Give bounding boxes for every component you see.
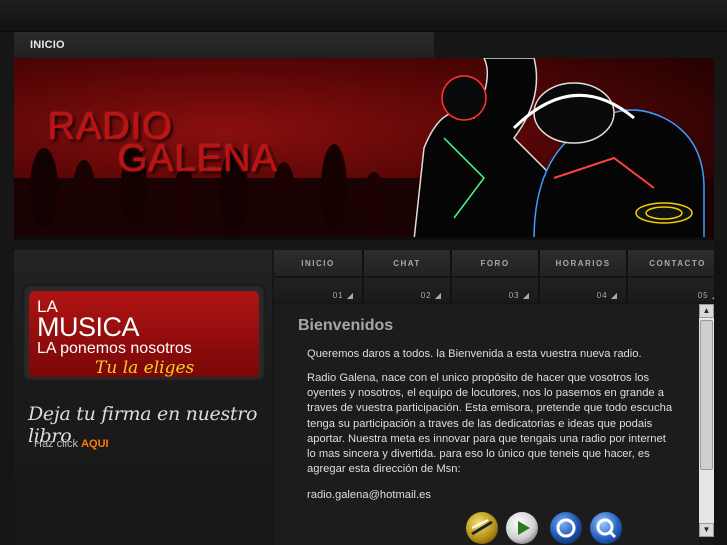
header-banner: RADIO GALENA bbox=[14, 58, 714, 240]
page-edge bbox=[714, 240, 727, 545]
about-paragraph: Radio Galena, nace con el unico propósit… bbox=[307, 372, 673, 476]
promo-frame: LA MUSICA LA ponemos nosotros Tu la elig… bbox=[22, 284, 266, 382]
tab-foro[interactable]: FORO 03 ◢ bbox=[452, 250, 540, 302]
hazclick-prefix: Haz click bbox=[34, 438, 79, 450]
promo-eliges: Tu la eliges bbox=[95, 358, 195, 378]
winamp-icon[interactable] bbox=[466, 512, 498, 544]
logo-galena: GALENA bbox=[118, 138, 279, 180]
page-title: Bienvenidos bbox=[298, 317, 394, 334]
dj-figures bbox=[413, 58, 705, 237]
tab-contacto[interactable]: CONTACTO 05 ◢ bbox=[628, 250, 727, 302]
welcome-paragraph: Queremos daros a todos. la Bienvenida a … bbox=[307, 348, 642, 360]
content-panel: Bienvenidos Queremos daros a todos. la B… bbox=[274, 304, 699, 545]
quicktime-icon[interactable] bbox=[590, 512, 622, 544]
tab-divider bbox=[274, 276, 362, 278]
top-nav: INICIO bbox=[14, 32, 434, 58]
real-player-icon[interactable] bbox=[550, 512, 582, 544]
tab-label: CHAT bbox=[393, 259, 421, 268]
promo-banner[interactable]: LA MUSICA LA ponemos nosotros Tu la elig… bbox=[29, 291, 259, 378]
tab-inicio[interactable]: INICIO 01 ◢ bbox=[274, 250, 364, 302]
guestbook-link[interactable]: AQUI bbox=[81, 438, 109, 450]
media-player-icon[interactable] bbox=[506, 512, 538, 544]
main-tabs: INICIO 01 ◢ CHAT 02 ◢ FORO 03 ◢ HORARIOS… bbox=[274, 250, 727, 302]
tab-number: 02 ◢ bbox=[420, 291, 442, 300]
promo-ponemos: LA ponemos nosotros bbox=[37, 340, 192, 357]
tab-label: CONTACTO bbox=[649, 259, 706, 268]
tab-number: 03 ◢ bbox=[508, 291, 530, 300]
promo-musica: MUSICA bbox=[37, 312, 140, 342]
tab-horarios[interactable]: HORARIOS 04 ◢ bbox=[540, 250, 628, 302]
tab-chat[interactable]: CHAT 02 ◢ bbox=[364, 250, 452, 302]
tab-divider bbox=[364, 276, 450, 278]
tab-label: INICIO bbox=[301, 259, 335, 268]
guestbook-link-text: Haz click AQUI bbox=[34, 438, 109, 450]
scroll-thumb[interactable] bbox=[700, 320, 713, 470]
nav-inicio-link[interactable]: INICIO bbox=[30, 39, 65, 51]
tab-label: FORO bbox=[480, 259, 510, 268]
tab-number: 04 ◢ bbox=[596, 291, 618, 300]
tab-number: 01 ◢ bbox=[332, 291, 354, 300]
tab-divider bbox=[452, 276, 538, 278]
tab-divider bbox=[540, 276, 626, 278]
content-scrollbar[interactable]: ▲ ▼ bbox=[699, 304, 714, 537]
sidebar: LA MUSICA LA ponemos nosotros Tu la elig… bbox=[14, 250, 272, 545]
top-bar bbox=[0, 0, 727, 32]
msn-address: radio.galena@hotmail.es bbox=[307, 489, 431, 501]
tab-label: HORARIOS bbox=[555, 259, 611, 268]
scroll-up-button[interactable]: ▲ bbox=[699, 304, 714, 318]
tab-divider bbox=[628, 276, 727, 278]
scroll-down-button[interactable]: ▼ bbox=[699, 523, 714, 537]
